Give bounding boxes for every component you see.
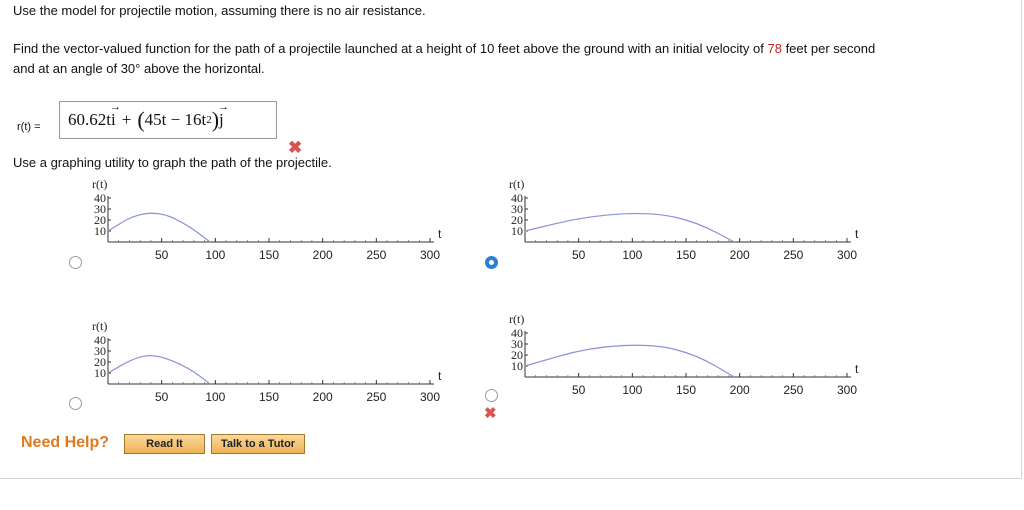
incorrect-x-icon: ✖ xyxy=(484,405,497,422)
y-tick-label: 40 xyxy=(511,326,523,340)
graph-option-1: r(t) 10 20 30 40 50 100 150 200 250 300 t xyxy=(84,176,444,266)
answer-input[interactable]: 60.62t i → + (45t − 16t 2) j → xyxy=(59,101,277,139)
x-tick-label: 50 xyxy=(155,390,169,404)
graph-option-3: r(t) 10 20 30 40 50 100 150 200 250 300 t xyxy=(84,318,444,408)
radio-option-4[interactable] xyxy=(485,389,498,402)
x-tick-label: 50 xyxy=(155,248,169,262)
x-axis-label: t xyxy=(438,227,442,241)
x-tick-label: 200 xyxy=(730,383,750,397)
answer-plus: + xyxy=(121,110,132,129)
x-tick-label: 300 xyxy=(837,248,857,262)
y-axis-label: r(t) xyxy=(509,312,524,326)
problem-line-1: Find the vector-valued function for the … xyxy=(13,41,875,57)
graph-option-1-svg: r(t)1020304050 100 150 200 250 300t xyxy=(92,177,442,262)
y-tick-label: 40 xyxy=(94,191,106,205)
trajectory-curve xyxy=(107,355,211,385)
y-axis-label: r(t) xyxy=(92,177,107,191)
problem-line-2: and at an angle of 30° above the horizon… xyxy=(13,61,265,76)
x-tick-label: 250 xyxy=(366,248,386,262)
radio-option-2[interactable] xyxy=(485,256,498,269)
x-tick-label: 300 xyxy=(837,383,857,397)
graph-option-2-svg: r(t)1020304050 100 150 200 250 300t xyxy=(509,177,859,262)
vector-arrow-icon: → xyxy=(109,101,121,113)
radio-option-1[interactable] xyxy=(69,256,82,269)
unit-vector-j: j → xyxy=(218,101,230,129)
incorrect-x-icon: ✖ xyxy=(288,138,303,157)
graph-option-2: r(t) 10 20 30 40 50 100 150 200 250 300 t xyxy=(501,176,861,266)
x-tick-label: 100 xyxy=(205,248,225,262)
x-tick-label: 300 xyxy=(420,390,440,404)
answer-label: r(t) = xyxy=(17,121,41,133)
x-axis-label: t xyxy=(438,369,442,383)
x-tick-label: 300 xyxy=(420,248,440,262)
trajectory-curve xyxy=(524,212,735,243)
trajectory-curve xyxy=(524,344,735,378)
read-it-button[interactable]: Read It xyxy=(124,434,205,454)
answer-term-1: 60.62t xyxy=(68,110,111,129)
x-tick-label: 50 xyxy=(572,383,586,397)
x-tick-label: 50 xyxy=(572,248,586,262)
trajectory-curve xyxy=(107,212,211,243)
graph-option-4-svg: r(t)1020304050 100 150 200 250 300t xyxy=(509,312,859,397)
graph-prompt: Use a graphing utility to graph the path… xyxy=(13,155,332,170)
x-tick-label: 250 xyxy=(783,248,803,262)
x-tick-label: 200 xyxy=(313,248,333,262)
velocity-value: 78 xyxy=(767,41,782,56)
x-tick-label: 150 xyxy=(259,390,279,404)
problem-intro: Use the model for projectile motion, ass… xyxy=(13,3,426,18)
y-axis-label: r(t) xyxy=(509,177,524,191)
graph-option-3-svg: r(t)1020304050 100 150 200 250 300t xyxy=(92,319,442,404)
x-tick-label: 150 xyxy=(259,248,279,262)
x-tick-label: 150 xyxy=(676,248,696,262)
x-tick-label: 250 xyxy=(366,390,386,404)
talk-to-tutor-button[interactable]: Talk to a Tutor xyxy=(211,434,305,454)
x-tick-label: 200 xyxy=(313,390,333,404)
problem-line-1-pre: Find the vector-valued function for the … xyxy=(13,41,768,56)
x-tick-label: 100 xyxy=(622,383,642,397)
y-axis-label: r(t) xyxy=(92,319,107,333)
x-axis-label: t xyxy=(855,362,859,376)
radio-option-3[interactable] xyxy=(69,397,82,410)
vector-arrow-icon: → xyxy=(218,101,230,113)
y-tick-label: 40 xyxy=(94,333,106,347)
x-tick-label: 100 xyxy=(205,390,225,404)
paren-open: ( xyxy=(137,107,145,132)
unit-vector-i: i → xyxy=(109,101,121,129)
x-tick-label: 150 xyxy=(676,383,696,397)
x-tick-label: 100 xyxy=(622,248,642,262)
x-tick-label: 250 xyxy=(783,383,803,397)
problem-line-1-post: feet per second xyxy=(781,41,876,56)
x-tick-label: 200 xyxy=(730,248,750,262)
answer-term-2: 45t − 16t xyxy=(144,110,207,129)
y-tick-label: 40 xyxy=(511,191,523,205)
x-axis-label: t xyxy=(855,227,859,241)
need-help-label: Need Help? xyxy=(21,434,110,451)
graph-option-4: r(t) 10 20 30 40 50 100 150 200 250 300 t xyxy=(501,311,861,401)
